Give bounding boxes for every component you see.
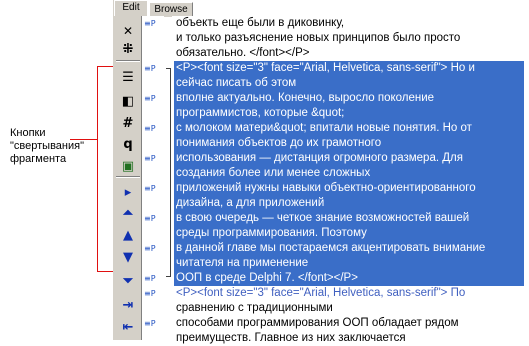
paragraph-mark-icon[interactable]: ≡P [144,19,156,28]
fold-range-line [170,68,171,276]
annotation-pointer [70,139,98,140]
paragraph-icon: q [123,136,133,152]
code-line[interactable]: в данной главе мы постараемся акцентиров… [176,241,485,256]
annotation-label: Кнопки "свертывания" фрагмента [10,127,84,165]
paragraph-mark-icon[interactable]: ≡P [144,274,156,283]
collapse-left-icon: ◧ [121,93,135,109]
collapse-block-button[interactable]: ☰ [118,68,138,86]
expand-all-button[interactable]: ⏷ [118,272,138,290]
hash-button[interactable]: # [118,114,138,132]
code-line[interactable]: понимания объектов до их грамотного [176,136,381,151]
toolbar-separator [116,176,140,178]
tab-edit[interactable]: Edit [114,0,148,16]
code-line[interactable]: читателя на применение [176,256,308,271]
indent-out-button[interactable]: ⇤ [118,318,138,336]
collapse-all-icon: ⏶ [122,205,134,221]
code-line[interactable]: <P><font size="3" face="Arial, Helvetica… [176,61,475,76]
code-line[interactable]: обязательно. </font></P> [176,46,309,61]
code-line[interactable]: преимуществ. Главное из них заключается [176,331,406,346]
expand-all-icon: ⏷ [122,273,134,289]
code-line[interactable]: <P><font size="3" face="Arial, Helvetica… [176,286,465,301]
paragraph-mark-icon[interactable]: ≡P [144,64,156,73]
close-button[interactable]: ✕ [118,22,138,40]
collapse-down-button[interactable]: ▼ [118,248,138,266]
collapse-down-icon: ▼ [123,249,133,265]
collapse-block-icon: ☰ [122,69,134,85]
code-line[interactable]: сравнению с традиционными [176,301,333,316]
annotation-panel: Кнопки "свертывания" фрагмента [0,0,160,340]
code-line[interactable]: приложений нужны навыки объектно-ориенти… [176,181,476,196]
paragraph-mark-icon[interactable]: ≡P [144,94,156,103]
collapse-all-button[interactable]: ⏶ [118,204,138,222]
code-line[interactable]: объекть еще были в диковинку, [176,16,344,31]
monitor-icon: ▣ [121,158,135,174]
code-line[interactable]: ООП в среде Delphi 7. </font></P> [176,271,358,286]
code-line[interactable]: в свою очередь — четкое знание возможнос… [176,211,469,226]
code-line[interactable]: вполне актуально. Конечно, выросло покол… [176,91,434,106]
collapse-up-icon: ▲ [123,227,133,243]
code-line[interactable]: среды программирования. Поэтому [176,226,367,241]
code-line[interactable]: создания более или менее сложных [176,166,370,181]
marker-right-icon: ▸ [124,184,132,200]
code-line[interactable]: с молоком матери&quot; впитали новые пон… [176,121,472,136]
collapse-left-button[interactable]: ◧ [118,92,138,110]
paragraph-mark-icon[interactable]: ≡P [144,319,156,328]
fold-end-marker[interactable] [166,276,171,277]
code-line[interactable]: дизайна, а для приложений [176,196,324,211]
paragraph-mark-icon[interactable]: ≡P [144,289,156,298]
indent-out-icon: ⇤ [122,319,134,335]
marker-right-button[interactable]: ▸ [118,183,138,201]
code-line[interactable]: программистов, которые &quot; [176,106,344,121]
unlink-button[interactable]: ⁜ [118,40,138,58]
indent-in-icon: ⇥ [122,297,134,313]
toolbar-separator [116,60,140,62]
paragraph-button[interactable]: q [118,135,138,153]
paragraph-mark-icon[interactable]: ≡P [144,124,156,133]
paragraph-mark-icon[interactable]: ≡P [144,214,156,223]
annotation-bracket [97,66,98,272]
code-line[interactable]: использования — дистанция огромного разм… [176,151,463,166]
paragraph-mark-icon[interactable]: ≡P [144,244,156,253]
close-icon: ✕ [122,24,134,38]
paragraph-mark-icon[interactable]: ≡P [144,184,156,193]
code-line[interactable]: и только разъяснение новых принципов был… [176,31,460,46]
monitor-button[interactable]: ▣ [118,157,138,175]
code-line[interactable]: сейчас писать об этом [176,76,296,91]
code-line[interactable]: способами программирования ООП обладает … [176,316,459,331]
indent-in-button[interactable]: ⇥ [118,296,138,314]
collapse-up-button[interactable]: ▲ [118,226,138,244]
hash-icon: # [122,115,134,131]
unlink-icon: ⁜ [122,41,134,57]
paragraph-mark-icon[interactable]: ≡P [144,154,156,163]
